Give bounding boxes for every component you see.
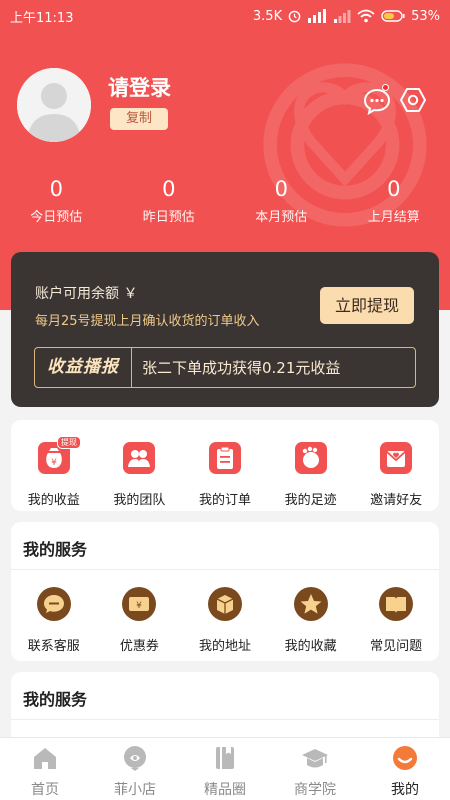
broadcast-text: 张二下单成功获得0.21元收益 [142, 359, 341, 377]
stat-yesterday[interactable]: 0 昨日预估 [113, 175, 226, 225]
withdraw-badge: 提现 [57, 436, 81, 449]
tab-label: 菲小店 [114, 782, 156, 798]
stat-label: 昨日预估 [142, 210, 195, 225]
graduation-cap-icon [302, 749, 328, 768]
signal-hd-icon [307, 9, 327, 23]
tab-shop[interactable]: 菲小店 [90, 738, 180, 800]
service-item-label: 优惠券 [119, 639, 159, 654]
gear-icon[interactable] [399, 86, 427, 114]
tab-academy[interactable]: 商学院 [270, 738, 360, 800]
tab-home[interactable]: 首页 [0, 738, 90, 800]
signal-icon [333, 9, 351, 23]
svg-text:¥: ¥ [51, 458, 57, 468]
quick-item-orders[interactable]: 我的订单 [182, 440, 268, 508]
service-item-address[interactable]: 我的地址 [182, 586, 268, 654]
tab-mine[interactable]: 我的 [360, 738, 450, 800]
avatar[interactable] [17, 68, 91, 142]
alarm-icon [288, 10, 301, 23]
chat-icon [36, 587, 71, 621]
tab-label: 商学院 [294, 782, 336, 798]
footprint-icon [294, 442, 327, 474]
service-item-coupon[interactable]: ¥ 优惠券 [97, 586, 183, 654]
service-item-faq[interactable]: 常见问题 [353, 586, 439, 654]
quick-item-label: 我的足迹 [284, 493, 337, 508]
shop-icon [124, 746, 146, 771]
quick-item-footprint[interactable]: 我的足迹 [268, 440, 354, 508]
battery-level: 53% [411, 8, 440, 24]
unread-dot [382, 84, 389, 91]
battery-icon [381, 9, 405, 23]
balance-label: 账户可用余额 ￥ [35, 286, 138, 302]
stat-label: 本月预估 [255, 210, 308, 225]
stat-month[interactable]: 0 本月预估 [225, 175, 338, 225]
star-icon [293, 587, 328, 621]
services-title: 我的服务 [11, 522, 439, 570]
bottom-tab-bar: 首页 菲小店 精品圈 商学院 我的 [0, 737, 450, 800]
quick-item-label: 我的团队 [113, 493, 166, 508]
status-bar: 上午11:13 3.5K 53% [0, 0, 450, 32]
wifi-icon [357, 9, 375, 23]
quick-item-label: 邀请好友 [370, 493, 423, 508]
book-icon [379, 587, 414, 621]
quick-menu-card: ¥ 提现 我的收益 我的团队 我的订单 我的足迹 邀请好友 [11, 420, 439, 511]
service-item-label: 我的地址 [198, 639, 251, 654]
tab-label: 精品圈 [204, 782, 246, 798]
status-time: 上午11:13 [10, 10, 74, 26]
stat-today[interactable]: 0 今日预估 [0, 175, 113, 225]
broadcast-tag: 收益播报 [35, 348, 132, 387]
stat-value: 0 [162, 177, 176, 201]
profile-icon [393, 746, 417, 770]
stat-value: 0 [274, 177, 288, 201]
svg-text:¥: ¥ [137, 601, 143, 611]
quick-item-label: 我的订单 [198, 493, 251, 508]
stat-last-month[interactable]: 0 上月结算 [338, 175, 450, 225]
service-item-support[interactable]: 联系客服 [11, 586, 97, 654]
home-icon [34, 748, 56, 769]
quick-item-label: 我的收益 [27, 493, 80, 508]
service-item-label: 常见问题 [370, 639, 423, 654]
service-item-favorites[interactable]: 我的收藏 [268, 586, 354, 654]
invite-icon [380, 442, 413, 474]
stat-value: 0 [387, 177, 401, 201]
default-avatar-icon [17, 68, 91, 142]
withdraw-button[interactable]: 立即提现 [320, 287, 414, 324]
earnings-broadcast: 收益播报 张二下单成功获得0.21元收益 [34, 347, 416, 388]
tab-label: 我的 [391, 782, 419, 798]
service-item-label: 我的收藏 [284, 639, 337, 654]
copy-button[interactable]: 复制 [110, 108, 168, 130]
quick-item-team[interactable]: 我的团队 [97, 440, 183, 508]
message-icon[interactable] [363, 87, 391, 115]
services-title-2: 我的服务 [11, 672, 439, 720]
stat-label: 今日预估 [30, 210, 83, 225]
tab-featured[interactable]: 精品圈 [180, 738, 270, 800]
withdraw-note: 每月25号提现上月确认收货的订单收入 [35, 314, 260, 329]
earnings-stats: 0 今日预估 0 昨日预估 0 本月预估 0 上月结算 [0, 175, 450, 225]
coupon-icon: ¥ [122, 587, 157, 621]
quick-item-earnings[interactable]: ¥ 提现 我的收益 [11, 436, 97, 508]
login-title[interactable]: 请登录 [108, 72, 171, 102]
team-icon [123, 442, 156, 474]
tab-label: 首页 [31, 782, 59, 798]
service-item-label: 联系客服 [27, 639, 80, 654]
address-icon [207, 587, 242, 621]
services-card: 我的服务 联系客服 ¥ 优惠券 我的地址 我的收藏 常见问题 [11, 522, 439, 661]
stat-label: 上月结算 [367, 210, 420, 225]
order-icon [208, 442, 241, 474]
balance-card: 账户可用余额 ￥ 每月25号提现上月确认收货的订单收入 立即提现 收益播报 张二… [11, 252, 439, 407]
book-icon [216, 747, 234, 769]
net-speed: 3.5K [252, 8, 283, 24]
quick-item-invite[interactable]: 邀请好友 [353, 440, 439, 508]
stat-value: 0 [49, 177, 63, 201]
